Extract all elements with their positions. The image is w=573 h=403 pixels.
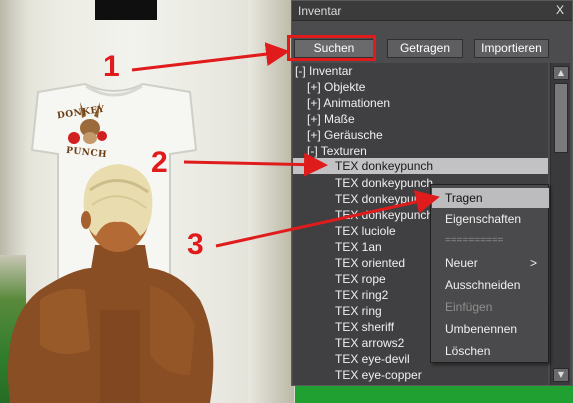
tree-item[interactable]: TEX eye-copper <box>335 367 548 383</box>
tree-folder-sounds[interactable]: [+] Geräusche <box>307 127 548 143</box>
tree-item-selected[interactable]: TEX donkeypunch <box>293 158 548 174</box>
scroll-thumb[interactable] <box>554 83 568 153</box>
tree-folder-objects[interactable]: [+] Objekte <box>307 79 548 95</box>
context-menu: Tragen Eigenschaften ========== Neuer > … <box>430 184 549 363</box>
annotation-number-3: 3 <box>187 228 204 261</box>
menu-item-cut[interactable]: Ausschneiden <box>432 275 549 295</box>
scroll-up-icon[interactable]: ▲ <box>553 66 569 80</box>
menu-separator: ========== <box>445 235 504 246</box>
scroll-down-icon[interactable]: ▼ <box>553 368 569 382</box>
tree-folder-inventory[interactable]: [-] Inventar <box>295 63 548 79</box>
tree-folder-textures[interactable]: [-] Texturen <box>307 143 548 159</box>
annotation-highlight-box <box>287 35 376 61</box>
menu-item-rename[interactable]: Umbenennen <box>432 319 549 339</box>
window-title: Inventar <box>298 4 342 18</box>
menu-item-wear[interactable]: Tragen <box>432 188 549 208</box>
tree-folder-measures[interactable]: [+] Maße <box>307 111 548 127</box>
avatar <box>0 150 300 403</box>
menu-item-paste: Einfügen <box>445 300 493 314</box>
tree-scrollbar[interactable]: ▲ ▼ <box>550 63 570 385</box>
menu-item-properties[interactable]: Eigenschaften <box>432 209 549 229</box>
menu-item-delete[interactable]: Löschen <box>432 341 549 361</box>
close-icon[interactable]: X <box>553 3 567 17</box>
tab-worn[interactable]: Getragen <box>387 39 463 58</box>
annotation-number-2: 2 <box>151 146 168 179</box>
menu-item-new[interactable]: Neuer > <box>432 253 549 273</box>
dark-block <box>95 0 157 20</box>
inventory-titlebar[interactable]: Inventar X <box>292 1 572 21</box>
tab-import[interactable]: Importieren <box>474 39 549 58</box>
tree-folder-animations[interactable]: [+] Animationen <box>307 95 548 111</box>
menu-item-new-label: Neuer <box>445 256 478 270</box>
annotation-number-1: 1 <box>103 50 120 83</box>
submenu-arrow-icon: > <box>529 256 537 270</box>
